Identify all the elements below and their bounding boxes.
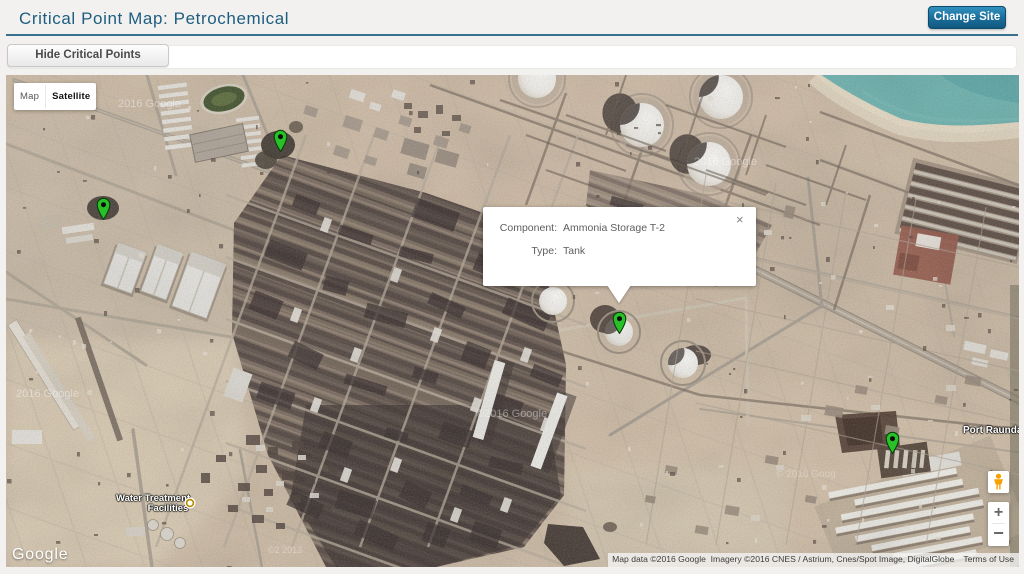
svg-text:2016 Google: 2016 Google: [16, 388, 79, 400]
svg-text:2016 Google: 2016 Google: [118, 98, 181, 110]
svg-text:© 2016 Goog: © 2016 Goog: [776, 469, 836, 480]
svg-text:©2 2013: ©2 2013: [268, 545, 302, 555]
svg-text:2016 Google: 2016 Google: [694, 156, 757, 168]
svg-text:©2016 Google: ©2016 Google: [476, 408, 547, 420]
